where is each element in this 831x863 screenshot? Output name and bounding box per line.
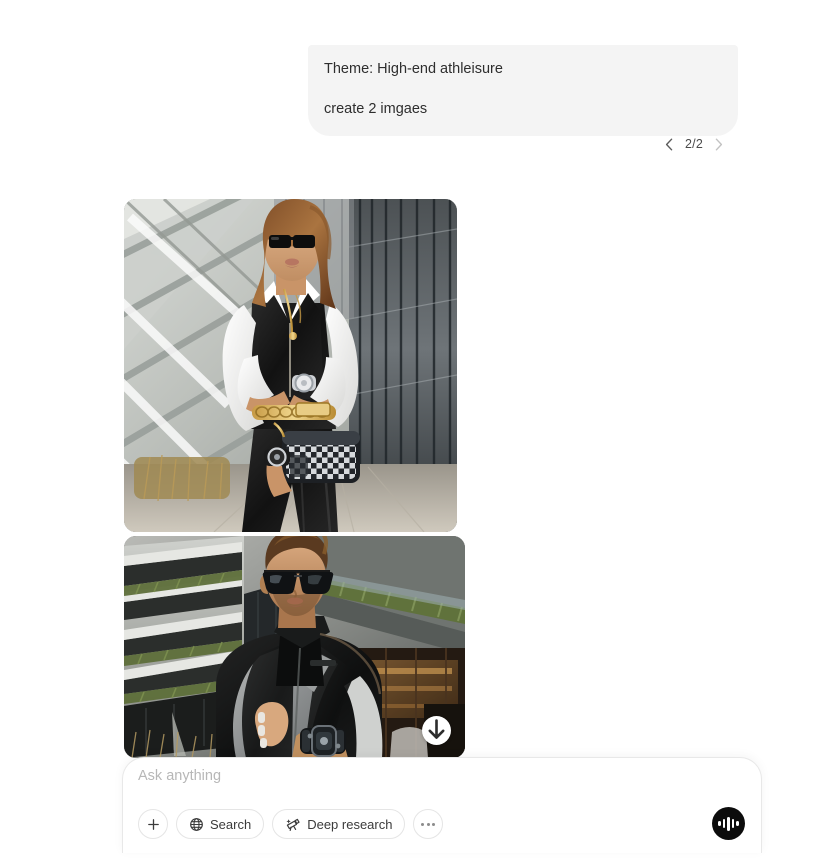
telescope-icon [286, 818, 300, 831]
voice-waveform-icon [718, 816, 739, 831]
generated-image-1[interactable] [124, 199, 457, 532]
more-tools-button[interactable] [413, 809, 444, 839]
ellipsis-icon [421, 822, 436, 826]
message-input[interactable] [138, 768, 738, 784]
voice-mode-button[interactable] [712, 807, 745, 840]
plus-icon [147, 818, 159, 830]
globe-icon [190, 817, 203, 831]
deep-research-tool-button[interactable]: Deep research [272, 809, 406, 839]
user-message-line-1: Theme: High-end athleisure [324, 61, 503, 77]
generated-image-2[interactable] [124, 536, 465, 758]
search-tool-button[interactable]: Search [176, 809, 265, 839]
prev-response-button[interactable] [661, 135, 677, 153]
message-pagination: 2/2 [308, 133, 738, 155]
generated-image-2-artwork [124, 536, 465, 758]
download-image-button[interactable] [422, 716, 451, 745]
chevron-left-icon [665, 138, 673, 150]
user-message-line-2: create 2 imgaes [324, 101, 428, 117]
message-composer: Search Deep research [122, 757, 762, 853]
download-arrow-icon [428, 719, 445, 739]
generated-image-1-artwork [124, 199, 457, 532]
search-tool-label: Search [210, 816, 252, 832]
add-attachment-button[interactable] [138, 809, 168, 839]
chevron-right-icon [715, 138, 723, 150]
composer-toolbar: Search Deep research [138, 809, 444, 839]
pagination-count: 2/2 [685, 137, 703, 151]
next-response-button[interactable] [711, 135, 727, 153]
deep-research-tool-label: Deep research [307, 816, 393, 832]
chat-scroll-area[interactable]: Theme: High-end athleisure create 2 imga… [0, 0, 831, 863]
user-message-turn: Theme: High-end athleisure create 2 imga… [308, 45, 738, 136]
user-message-bubble: Theme: High-end athleisure create 2 imga… [308, 45, 738, 136]
assistant-image-results [124, 199, 465, 758]
